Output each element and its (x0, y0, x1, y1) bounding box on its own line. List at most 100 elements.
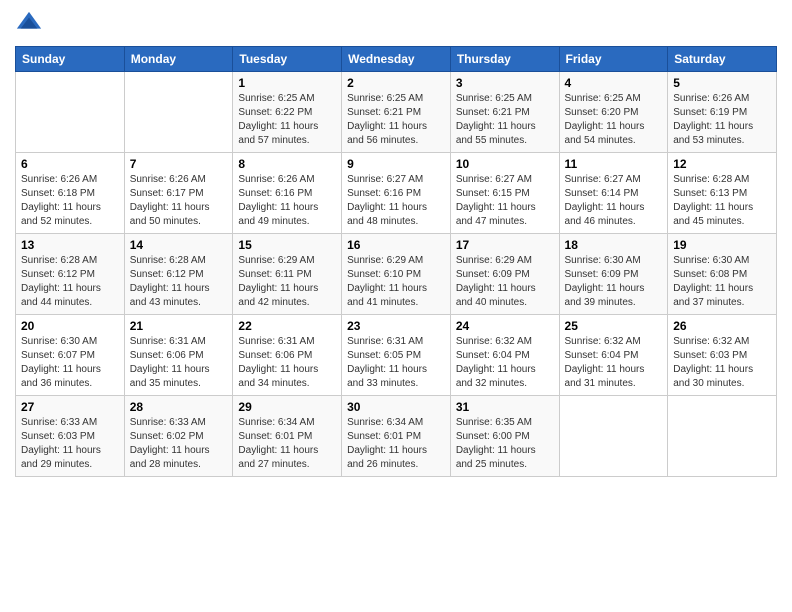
calendar-cell (559, 396, 668, 477)
day-info: Sunrise: 6:32 AMSunset: 6:03 PMDaylight:… (673, 335, 771, 391)
day-number: 26 (673, 319, 771, 333)
day-info: Sunrise: 6:28 AMSunset: 6:13 PMDaylight:… (673, 173, 771, 229)
day-info: Sunrise: 6:27 AMSunset: 6:14 PMDaylight:… (565, 173, 663, 229)
weekday-header: Thursday (450, 47, 559, 72)
day-number: 18 (565, 238, 663, 252)
calendar-body: 1Sunrise: 6:25 AMSunset: 6:22 PMDaylight… (16, 72, 777, 477)
day-number: 16 (347, 238, 445, 252)
weekday-header: Wednesday (342, 47, 451, 72)
day-number: 22 (238, 319, 336, 333)
calendar-cell: 22 Sunrise: 6:31 AMSunset: 6:06 PMDayligh… (233, 315, 342, 396)
day-number: 29 (238, 400, 336, 414)
day-number: 3 (456, 76, 554, 90)
calendar-cell: 20 Sunrise: 6:30 AMSunset: 6:07 PMDayligh… (16, 315, 125, 396)
calendar-cell: 8 Sunrise: 6:26 AMSunset: 6:16 PMDaylight… (233, 153, 342, 234)
calendar-cell: 7 Sunrise: 6:26 AMSunset: 6:17 PMDaylight… (124, 153, 233, 234)
day-number: 21 (130, 319, 228, 333)
calendar-header: SundayMondayTuesdayWednesdayThursdayFrid… (16, 47, 777, 72)
day-info: Sunrise: 6:27 AMSunset: 6:15 PMDaylight:… (456, 173, 554, 229)
calendar-cell: 12 Sunrise: 6:28 AMSunset: 6:13 PMDayligh… (668, 153, 777, 234)
day-number: 25 (565, 319, 663, 333)
calendar-cell: 5 Sunrise: 6:26 AMSunset: 6:19 PMDaylight… (668, 72, 777, 153)
calendar-cell: 11 Sunrise: 6:27 AMSunset: 6:14 PMDayligh… (559, 153, 668, 234)
calendar-cell: 18 Sunrise: 6:30 AMSunset: 6:09 PMDayligh… (559, 234, 668, 315)
week-row: 20 Sunrise: 6:30 AMSunset: 6:07 PMDayligh… (16, 315, 777, 396)
calendar-cell: 21 Sunrise: 6:31 AMSunset: 6:06 PMDayligh… (124, 315, 233, 396)
calendar-cell: 10 Sunrise: 6:27 AMSunset: 6:15 PMDayligh… (450, 153, 559, 234)
day-info: Sunrise: 6:31 AMSunset: 6:06 PMDaylight:… (238, 335, 336, 391)
page: SundayMondayTuesdayWednesdayThursdayFrid… (0, 0, 792, 612)
calendar-cell: 29 Sunrise: 6:34 AMSunset: 6:01 PMDayligh… (233, 396, 342, 477)
day-info: Sunrise: 6:26 AMSunset: 6:18 PMDaylight:… (21, 173, 119, 229)
day-info: Sunrise: 6:26 AMSunset: 6:19 PMDaylight:… (673, 92, 771, 148)
week-row: 6 Sunrise: 6:26 AMSunset: 6:18 PMDaylight… (16, 153, 777, 234)
day-info: Sunrise: 6:33 AMSunset: 6:03 PMDaylight:… (21, 416, 119, 472)
day-number: 28 (130, 400, 228, 414)
calendar-cell (124, 72, 233, 153)
calendar-cell: 30Sunrise: 6:34 AMSunset: 6:01 PMDayligh… (342, 396, 451, 477)
day-info: Sunrise: 6:30 AMSunset: 6:09 PMDaylight:… (565, 254, 663, 310)
calendar-cell (16, 72, 125, 153)
day-number: 7 (130, 157, 228, 171)
day-number: 6 (21, 157, 119, 171)
day-info: Sunrise: 6:28 AMSunset: 6:12 PMDaylight:… (130, 254, 228, 310)
calendar-cell: 19 Sunrise: 6:30 AMSunset: 6:08 PMDayligh… (668, 234, 777, 315)
day-info: Sunrise: 6:29 AMSunset: 6:11 PMDaylight:… (238, 254, 336, 310)
header (15, 10, 777, 38)
day-number: 20 (21, 319, 119, 333)
calendar-cell: 31 Sunrise: 6:35 AMSunset: 6:00 PMDayligh… (450, 396, 559, 477)
weekday-header: Friday (559, 47, 668, 72)
weekday-row: SundayMondayTuesdayWednesdayThursdayFrid… (16, 47, 777, 72)
calendar-cell: 3Sunrise: 6:25 AMSunset: 6:21 PMDaylight… (450, 72, 559, 153)
weekday-header: Sunday (16, 47, 125, 72)
day-info: Sunrise: 6:31 AMSunset: 6:06 PMDaylight:… (130, 335, 228, 391)
day-number: 15 (238, 238, 336, 252)
day-number: 10 (456, 157, 554, 171)
calendar-cell: 9Sunrise: 6:27 AMSunset: 6:16 PMDaylight… (342, 153, 451, 234)
week-row: 13 Sunrise: 6:28 AMSunset: 6:12 PMDayligh… (16, 234, 777, 315)
day-number: 4 (565, 76, 663, 90)
calendar-cell: 16 Sunrise: 6:29 AMSunset: 6:10 PMDayligh… (342, 234, 451, 315)
day-number: 31 (456, 400, 554, 414)
day-number: 19 (673, 238, 771, 252)
week-row: 27Sunrise: 6:33 AMSunset: 6:03 PMDayligh… (16, 396, 777, 477)
calendar-cell (668, 396, 777, 477)
calendar-cell: 28Sunrise: 6:33 AMSunset: 6:02 PMDayligh… (124, 396, 233, 477)
calendar-cell: 24Sunrise: 6:32 AMSunset: 6:04 PMDayligh… (450, 315, 559, 396)
day-info: Sunrise: 6:34 AMSunset: 6:01 PMDaylight:… (238, 416, 336, 472)
day-info: Sunrise: 6:30 AMSunset: 6:08 PMDaylight:… (673, 254, 771, 310)
logo (15, 10, 47, 38)
day-info: Sunrise: 6:26 AMSunset: 6:17 PMDaylight:… (130, 173, 228, 229)
day-info: Sunrise: 6:25 AMSunset: 6:22 PMDaylight:… (238, 92, 336, 148)
calendar-cell: 4 Sunrise: 6:25 AMSunset: 6:20 PMDaylight… (559, 72, 668, 153)
day-number: 14 (130, 238, 228, 252)
calendar: SundayMondayTuesdayWednesdayThursdayFrid… (15, 46, 777, 477)
calendar-cell: 14 Sunrise: 6:28 AMSunset: 6:12 PMDayligh… (124, 234, 233, 315)
calendar-cell: 1Sunrise: 6:25 AMSunset: 6:22 PMDaylight… (233, 72, 342, 153)
calendar-cell: 13 Sunrise: 6:28 AMSunset: 6:12 PMDayligh… (16, 234, 125, 315)
day-number: 8 (238, 157, 336, 171)
calendar-cell: 27Sunrise: 6:33 AMSunset: 6:03 PMDayligh… (16, 396, 125, 477)
week-row: 1Sunrise: 6:25 AMSunset: 6:22 PMDaylight… (16, 72, 777, 153)
day-number: 13 (21, 238, 119, 252)
day-number: 17 (456, 238, 554, 252)
calendar-cell: 15 Sunrise: 6:29 AMSunset: 6:11 PMDayligh… (233, 234, 342, 315)
calendar-cell: 17 Sunrise: 6:29 AMSunset: 6:09 PMDayligh… (450, 234, 559, 315)
day-info: Sunrise: 6:25 AMSunset: 6:21 PMDaylight:… (347, 92, 445, 148)
day-number: 30 (347, 400, 445, 414)
day-number: 11 (565, 157, 663, 171)
day-number: 12 (673, 157, 771, 171)
day-info: Sunrise: 6:29 AMSunset: 6:10 PMDaylight:… (347, 254, 445, 310)
weekday-header: Tuesday (233, 47, 342, 72)
day-info: Sunrise: 6:26 AMSunset: 6:16 PMDaylight:… (238, 173, 336, 229)
weekday-header: Saturday (668, 47, 777, 72)
logo-icon (15, 10, 43, 38)
calendar-cell: 23Sunrise: 6:31 AMSunset: 6:05 PMDayligh… (342, 315, 451, 396)
day-info: Sunrise: 6:25 AMSunset: 6:20 PMDaylight:… (565, 92, 663, 148)
day-info: Sunrise: 6:30 AMSunset: 6:07 PMDaylight:… (21, 335, 119, 391)
day-number: 5 (673, 76, 771, 90)
day-info: Sunrise: 6:29 AMSunset: 6:09 PMDaylight:… (456, 254, 554, 310)
day-info: Sunrise: 6:27 AMSunset: 6:16 PMDaylight:… (347, 173, 445, 229)
day-info: Sunrise: 6:28 AMSunset: 6:12 PMDaylight:… (21, 254, 119, 310)
day-info: Sunrise: 6:35 AMSunset: 6:00 PMDaylight:… (456, 416, 554, 472)
